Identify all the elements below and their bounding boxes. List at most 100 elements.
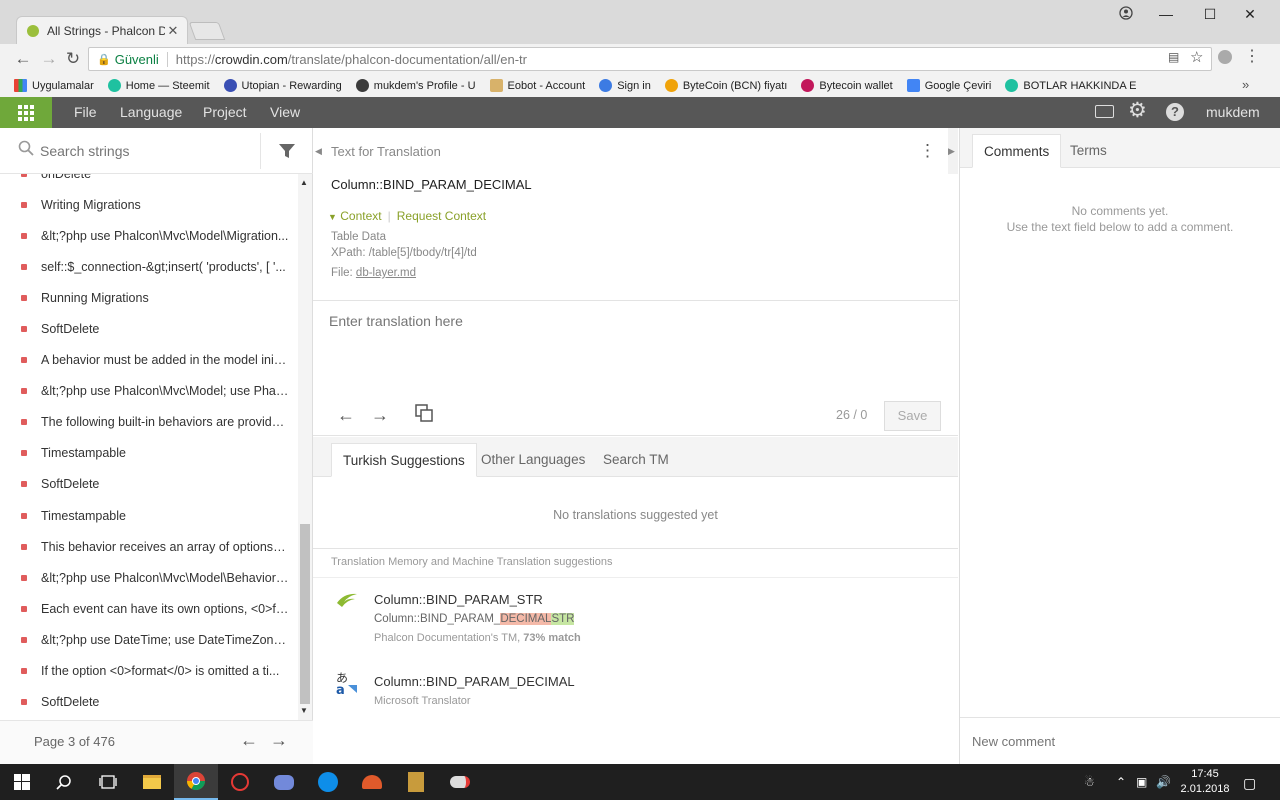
tab-search-tm[interactable]: Search TM: [592, 443, 680, 477]
tab-comments[interactable]: Comments: [972, 134, 1062, 168]
scroll-down-icon[interactable]: ▼: [300, 706, 308, 715]
forward-arrow-icon[interactable]: →: [38, 48, 60, 70]
copy-source-icon[interactable]: [413, 404, 435, 426]
translation-area: [313, 300, 958, 394]
search-strings-input[interactable]: [40, 142, 250, 159]
bookmark-botlar[interactable]: BOTLAR HAKKINDA E: [1005, 79, 1136, 92]
bookmark-sign-in[interactable]: Sign in: [599, 79, 651, 92]
bookmark-google-translate[interactable]: Google Çeviri: [906, 79, 991, 92]
string-list-item[interactable]: Timestampable: [0, 500, 298, 531]
bookmark-bytecoin-wallet[interactable]: Bytecoin wallet: [801, 79, 893, 92]
next-page-arrow-icon[interactable]: →: [270, 730, 288, 751]
prev-page-arrow-icon[interactable]: ←: [240, 730, 258, 751]
more-options-icon[interactable]: ⋮: [919, 141, 936, 161]
tab-close-icon[interactable]: ✕: [165, 23, 181, 39]
previous-string-arrow-icon[interactable]: ←: [335, 404, 357, 426]
steemit-icon: [1005, 79, 1019, 92]
request-context-link[interactable]: Request Context: [397, 209, 486, 223]
start-windows-icon[interactable]: [0, 764, 44, 800]
new-tab-button[interactable]: [188, 22, 226, 40]
browser-tab[interactable]: All Strings - Phalcon Doc ✕: [16, 16, 188, 44]
minimize-icon[interactable]: —: [1152, 6, 1180, 22]
bookmark-apps[interactable]: Uygulamalar: [14, 79, 94, 92]
chrome-icon[interactable]: [174, 764, 218, 800]
bookmark-eobot[interactable]: Eobot - Account: [489, 79, 585, 92]
string-list-item-text: &lt;?php use Phalcon\Mvc\Model; use Phal…: [41, 384, 289, 399]
url-field[interactable]: 🔒 Güvenli https://crowdin.com/translate/…: [88, 47, 1212, 71]
string-list-item[interactable]: Each event can have its own options, <0>…: [0, 593, 298, 624]
untranslated-status-icon: [21, 326, 27, 333]
string-list-item[interactable]: Timestampable: [0, 438, 298, 469]
collapse-left-icon[interactable]: ◀: [315, 146, 322, 157]
bookmark-utopian[interactable]: Utopian - Rewarding: [223, 79, 342, 92]
keyboard-icon[interactable]: [1095, 105, 1114, 118]
string-list-item[interactable]: Running Migrations: [0, 282, 298, 313]
string-list-item[interactable]: &lt;?php use Phalcon\Mvc\Model\Behavior\…: [0, 562, 298, 593]
string-list-item[interactable]: The following built-in behaviors are pro…: [0, 407, 298, 438]
bookmark-steemit[interactable]: Home — Steemit: [107, 79, 210, 92]
browser-menu-icon[interactable]: ⋮: [1244, 46, 1260, 66]
window-close-icon[interactable]: ✕: [1236, 6, 1264, 22]
translate-page-icon[interactable]: ▤: [1168, 50, 1179, 64]
string-list-item[interactable]: self::$_connection-&gt;insert( 'products…: [0, 251, 298, 282]
string-list-item[interactable]: SoftDelete: [0, 313, 298, 344]
extension-icon[interactable]: [1218, 50, 1232, 64]
bookmark-bytecoin-price[interactable]: ByteCoin (BCN) fiyatı: [664, 79, 787, 92]
task-view-icon[interactable]: [86, 764, 130, 800]
profile-icon[interactable]: [1112, 6, 1140, 22]
tray-expand-icon[interactable]: ⌃: [1116, 775, 1126, 789]
app-cat-icon[interactable]: [350, 764, 394, 800]
reload-icon[interactable]: ↻: [62, 48, 84, 70]
discord-icon[interactable]: [262, 764, 306, 800]
string-list-item[interactable]: &lt;?php use DateTime; use DateTimeZone;…: [0, 624, 298, 655]
string-list-item[interactable]: onDelete: [0, 174, 298, 189]
search-taskbar-icon[interactable]: [42, 764, 86, 800]
tab-turkish-suggestions[interactable]: Turkish Suggestions: [331, 443, 477, 477]
string-list-item[interactable]: &lt;?php use Phalcon\Mvc\Model\Migration…: [0, 220, 298, 251]
maximize-icon[interactable]: ☐: [1196, 6, 1224, 22]
settings-gear-icon[interactable]: ⚙: [1128, 100, 1147, 122]
string-list-item[interactable]: SoftDelete: [0, 687, 298, 718]
save-button[interactable]: Save: [884, 401, 941, 431]
string-list-item[interactable]: If the option <0>format</0> is omitted a…: [0, 656, 298, 687]
tab-other-languages[interactable]: Other Languages: [470, 443, 596, 477]
string-list-item[interactable]: SoftDelete: [0, 469, 298, 500]
bookmark-profile[interactable]: mukdem's Profile - U: [355, 79, 476, 92]
menu-project[interactable]: Project: [203, 104, 247, 120]
mt-suggestion-item[interactable]: [331, 662, 958, 716]
menu-file[interactable]: File: [74, 104, 97, 120]
bookmark-star-icon[interactable]: ☆: [1190, 48, 1203, 66]
file-link[interactable]: db-layer.md: [356, 267, 416, 279]
string-list-item[interactable]: A behavior must be added in the model in…: [0, 345, 298, 376]
app-cloud-icon[interactable]: [438, 764, 482, 800]
collapse-right-icon[interactable]: ▶: [948, 146, 955, 157]
username[interactable]: mukdem: [1206, 104, 1260, 120]
next-string-arrow-icon[interactable]: →: [369, 404, 391, 426]
app-red-icon[interactable]: [218, 764, 262, 800]
string-list-item[interactable]: &lt;?php use Phalcon\Mvc\Model; use Phal…: [0, 376, 298, 407]
network-icon[interactable]: ▣: [1136, 775, 1147, 789]
file-explorer-icon[interactable]: [130, 764, 174, 800]
taskbar-clock[interactable]: 17:45 2.01.2018: [1178, 767, 1232, 797]
scroll-up-icon[interactable]: ▲: [300, 178, 308, 187]
context-toggle[interactable]: Context: [340, 209, 381, 223]
people-icon[interactable]: ☃: [1084, 775, 1095, 789]
bookmarks-overflow-icon[interactable]: »: [1242, 77, 1249, 92]
string-list-item[interactable]: This behavior receives an array of optio…: [0, 531, 298, 562]
notifications-icon[interactable]: ▢: [1243, 775, 1256, 792]
menu-language[interactable]: Language: [120, 104, 182, 120]
teamviewer-icon[interactable]: [306, 764, 350, 800]
menu-view[interactable]: View: [270, 104, 300, 120]
help-icon[interactable]: ?: [1166, 103, 1184, 121]
translation-input[interactable]: [313, 301, 958, 394]
new-comment-input[interactable]: [960, 718, 1280, 765]
league-of-legends-icon[interactable]: [394, 764, 438, 800]
back-arrow-icon[interactable]: ←: [12, 48, 34, 70]
context-file: File: db-layer.md: [331, 267, 417, 279]
scrollbar-thumb[interactable]: [300, 524, 310, 704]
filter-button[interactable]: [260, 133, 313, 169]
tab-terms[interactable]: Terms: [1059, 134, 1118, 168]
volume-icon[interactable]: 🔊: [1156, 775, 1171, 789]
apps-menu-button[interactable]: [0, 97, 52, 128]
string-list-item[interactable]: Writing Migrations: [0, 189, 298, 220]
